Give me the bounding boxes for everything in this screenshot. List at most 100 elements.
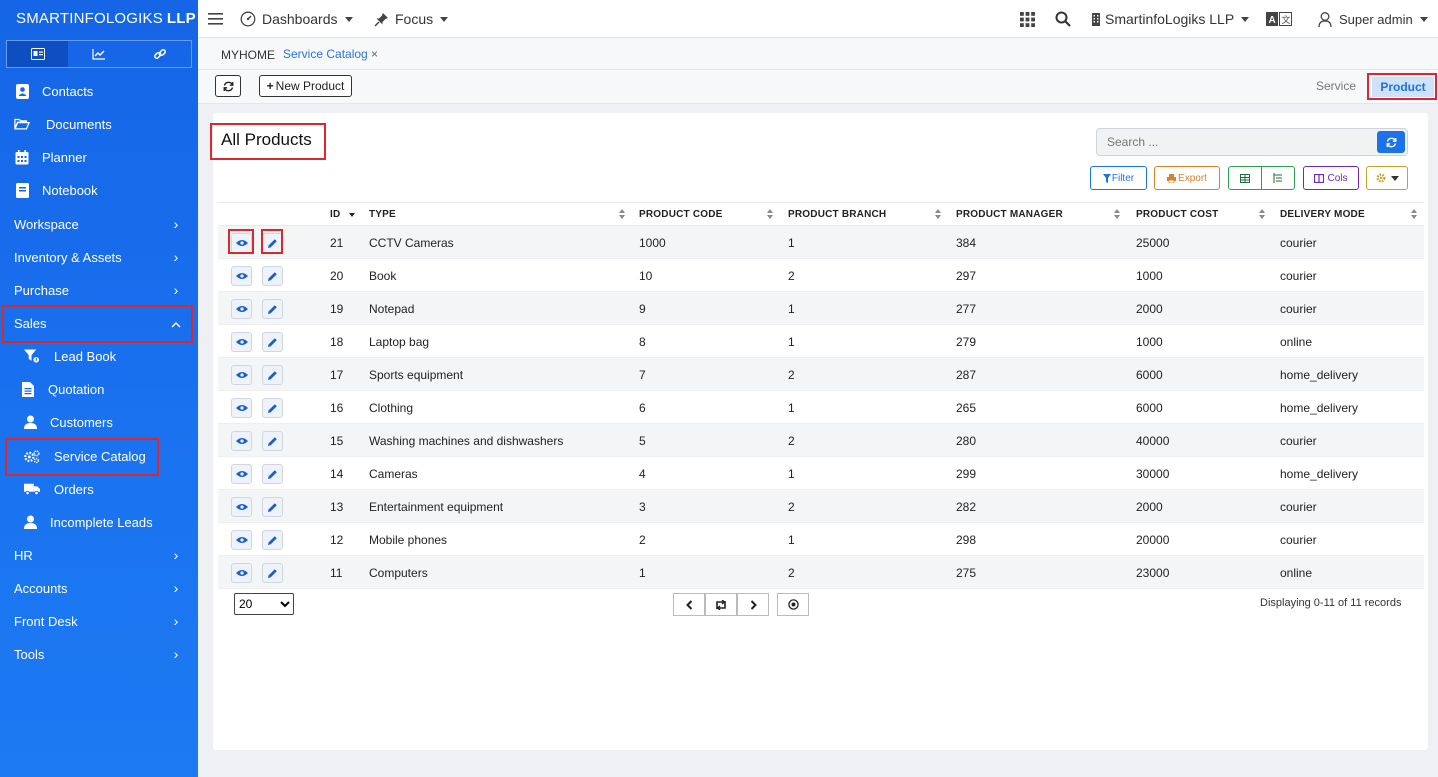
edit-button[interactable] [262,464,283,484]
sort-icon[interactable] [767,209,773,219]
sort-icon[interactable] [619,209,625,219]
reload-page-button[interactable] [705,593,737,616]
sort-icon[interactable] [935,209,941,219]
view-button[interactable] [231,233,252,253]
sidebar-section-sales[interactable]: Sales [0,308,198,338]
sidebar-subitem-customers[interactable]: Customers [0,407,198,437]
sidebar-tab-menu[interactable] [7,41,69,67]
sidebar-tab-reports[interactable] [68,41,129,67]
sidebar-subitem-orders[interactable]: Orders [0,474,198,504]
filter-button[interactable]: Filter [1090,166,1147,190]
tab-service[interactable]: Service [1316,79,1356,93]
search-refresh-button[interactable] [1377,131,1405,153]
global-search-button[interactable] [1055,0,1071,38]
edit-button[interactable] [262,431,283,451]
sidebar-subitem-incomplete-leads[interactable]: Incomplete Leads [0,507,198,537]
svg-text:文: 文 [1282,14,1291,26]
breadcrumb-home[interactable]: MYHOME [221,48,275,62]
edit-button[interactable] [262,398,283,418]
refresh-button[interactable] [215,75,241,97]
sidebar-section-purchase[interactable]: Purchase › [0,275,198,305]
sidebar-section-accounts[interactable]: Accounts › [0,573,198,603]
edit-button[interactable] [262,365,283,385]
view-button[interactable] [231,563,252,583]
cell-product-branch: 2 [788,269,795,283]
new-product-button[interactable]: + New Product [259,75,352,97]
pencil-icon [268,502,277,512]
sort-icon[interactable] [1411,209,1417,219]
cell-type: Cameras [369,467,418,481]
user-menu[interactable]: Super admin [1318,0,1428,38]
sidebar-section-label: Purchase [14,282,69,298]
view-button[interactable] [231,530,252,550]
speedometer-icon [240,11,256,27]
sidebar-subitem-quotation[interactable]: Quotation [0,374,198,404]
view-button[interactable] [231,332,252,352]
export-button[interactable]: Export [1154,166,1220,190]
sidebar-item-documents[interactable]: Documents [0,109,198,139]
grid-view-button[interactable] [1229,167,1262,189]
column-header-id[interactable]: ID [330,209,340,220]
column-header-product-branch[interactable]: PRODUCT BRANCH [788,209,886,220]
pencil-icon [268,337,277,347]
sort-icon[interactable] [1114,209,1120,219]
focus-menu[interactable]: Focus [374,0,449,38]
view-button[interactable] [231,398,252,418]
edit-button[interactable] [262,563,283,583]
sidebar-item-planner[interactable]: Planner [0,142,198,172]
columns-button[interactable]: Cols [1303,166,1359,190]
brand-logo[interactable]: SMARTINFOLOGIKS LLP [0,0,198,36]
view-button[interactable] [231,464,252,484]
tab-product[interactable]: Product [1372,77,1434,97]
view-button[interactable] [231,266,252,286]
language-button[interactable]: A文 [1266,0,1292,38]
sidebar-item-contacts[interactable]: Contacts [0,76,198,106]
column-header-product-manager[interactable]: PRODUCT MANAGER [956,209,1063,220]
pencil-icon [268,568,277,578]
edit-button[interactable] [262,332,283,352]
column-header-type[interactable]: TYPE [369,209,396,220]
page-title: All Products [221,130,312,149]
hamburger-menu-button[interactable] [208,0,223,38]
new-product-label: New Product [275,79,345,93]
column-header-delivery-mode[interactable]: DELIVERY MODE [1280,209,1365,220]
sidebar-subitem-lead-book[interactable]: Lead Book [0,341,198,371]
edit-button[interactable] [262,530,283,550]
breadcrumb-current[interactable]: Service Catalog [283,47,368,61]
sidebar-section-workspace[interactable]: Workspace › [0,209,198,239]
apps-grid-button[interactable] [1020,0,1035,38]
view-button[interactable] [231,497,252,517]
sidebar-section-hr[interactable]: HR › [0,540,198,570]
per-page-select[interactable]: 102050100 [234,593,294,615]
cell-product-cost: 30000 [1136,467,1170,481]
column-header-product-code[interactable]: PRODUCT CODE [639,209,723,220]
company-switcher[interactable]: SmartinfoLogiks LLP [1091,0,1250,38]
sidebar-subitem-service-catalog[interactable]: Service Catalog [0,441,198,471]
apps-grid-icon [1020,11,1035,27]
sort-icon[interactable] [1259,209,1265,219]
tree-view-button[interactable] [1262,167,1294,189]
view-toggle-group [1228,166,1295,190]
dashboards-menu[interactable]: Dashboards [240,0,353,38]
edit-button[interactable] [262,266,283,286]
sidebar-section-front-desk[interactable]: Front Desk › [0,606,198,636]
prev-page-button[interactable] [673,593,705,616]
cell-delivery-mode: courier [1280,269,1317,283]
edit-button[interactable] [262,233,283,253]
view-button[interactable] [231,299,252,319]
edit-button[interactable] [262,497,283,517]
settings-dropdown-button[interactable] [1366,166,1408,190]
edit-button[interactable] [262,299,283,319]
column-header-product-cost[interactable]: PRODUCT COST [1136,209,1218,220]
breadcrumb-close-button[interactable]: × [371,47,378,61]
sidebar-section-inventory[interactable]: Inventory & Assets › [0,242,198,272]
sidebar-tab-links[interactable] [130,41,191,67]
search-input[interactable] [1097,129,1367,155]
view-button[interactable] [231,365,252,385]
cell-type: Computers [369,566,428,580]
next-page-button[interactable] [737,593,769,616]
view-button[interactable] [231,431,252,451]
target-button[interactable] [777,593,809,616]
sidebar-section-tools[interactable]: Tools › [0,639,198,669]
sidebar-item-notebook[interactable]: Notebook [0,175,198,205]
